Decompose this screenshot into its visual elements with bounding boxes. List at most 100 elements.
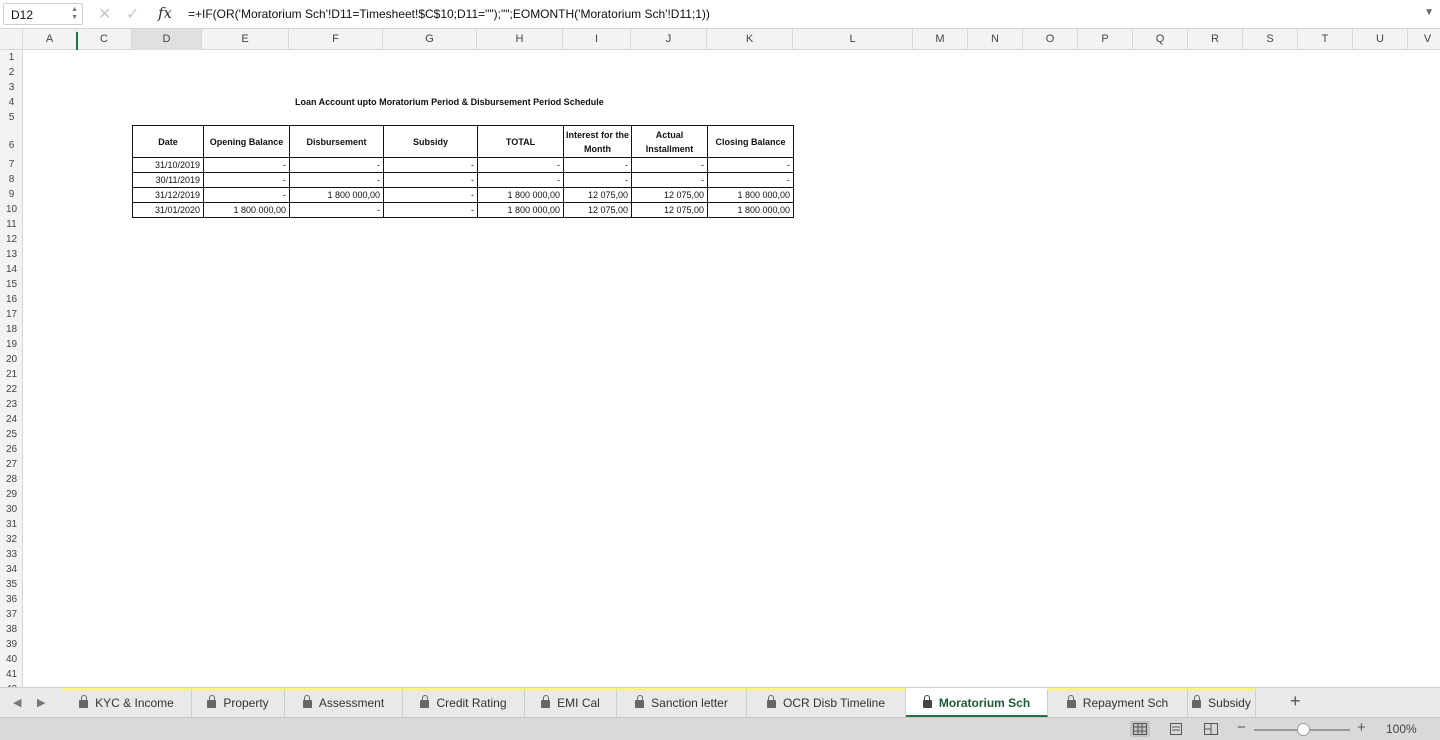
table-cell[interactable]: - <box>477 157 564 173</box>
row-header-38[interactable]: 38 <box>0 622 23 637</box>
table-cell[interactable]: 12 075,00 <box>631 187 708 203</box>
row-header-41[interactable]: 41 <box>0 667 23 682</box>
zoom-level[interactable]: 100% <box>1386 722 1417 736</box>
table-cell[interactable]: - <box>383 202 478 218</box>
sheet-tab-assessment[interactable]: Assessment <box>285 688 403 717</box>
sheet-tab-sanction-letter[interactable]: Sanction letter <box>617 688 747 717</box>
row-header-13[interactable]: 13 <box>0 247 23 262</box>
chevron-down-icon[interactable]: ▼ <box>1424 7 1434 18</box>
table-cell[interactable]: 30/11/2019 <box>132 172 204 188</box>
table-cell[interactable]: - <box>563 172 632 188</box>
table-cell[interactable]: - <box>707 172 794 188</box>
column-header-r[interactable]: R <box>1188 29 1243 50</box>
column-header-a[interactable]: A <box>23 29 77 50</box>
row-header-25[interactable]: 25 <box>0 427 23 442</box>
table-cell[interactable]: 12 075,00 <box>563 202 632 218</box>
column-header-cell[interactable]: TOTAL <box>477 125 564 158</box>
column-header-l[interactable]: L <box>793 29 913 50</box>
table-cell[interactable]: 1 800 000,00 <box>477 187 564 203</box>
table-cell[interactable]: 12 075,00 <box>563 187 632 203</box>
row-header-24[interactable]: 24 <box>0 412 23 427</box>
column-header-n[interactable]: N <box>968 29 1023 50</box>
table-cell[interactable]: - <box>383 157 478 173</box>
table-cell[interactable]: 31/01/2020 <box>132 202 204 218</box>
table-cell[interactable]: - <box>631 157 708 173</box>
row-header-17[interactable]: 17 <box>0 307 23 322</box>
column-header-k[interactable]: K <box>707 29 793 50</box>
row-header-29[interactable]: 29 <box>0 487 23 502</box>
table-cell[interactable]: 31/10/2019 <box>132 157 204 173</box>
scroll-right-icon[interactable]: ▶ <box>37 696 45 709</box>
select-all-corner[interactable] <box>0 29 23 50</box>
confirm-icon[interactable]: ✓ <box>126 4 139 24</box>
row-header-15[interactable]: 15 <box>0 277 23 292</box>
row-header-37[interactable]: 37 <box>0 607 23 622</box>
table-cell[interactable]: - <box>203 187 290 203</box>
table-cell[interactable]: - <box>203 172 290 188</box>
table-cell[interactable]: - <box>289 202 384 218</box>
page-break-view-button[interactable] <box>1201 721 1221 737</box>
column-header-h[interactable]: H <box>477 29 563 50</box>
sheet-tab-credit-rating[interactable]: Credit Rating <box>403 688 525 717</box>
page-layout-view-button[interactable] <box>1166 721 1186 737</box>
table-cell[interactable]: 1 800 000,00 <box>289 187 384 203</box>
row-header-28[interactable]: 28 <box>0 472 23 487</box>
table-cell[interactable]: - <box>289 157 384 173</box>
row-header-4[interactable]: 4 <box>0 95 23 110</box>
column-header-d[interactable]: D <box>132 29 202 50</box>
column-header-u[interactable]: U <box>1353 29 1408 50</box>
normal-view-button[interactable] <box>1130 721 1150 737</box>
row-header-32[interactable]: 32 <box>0 532 23 547</box>
column-header-cell[interactable]: Subsidy <box>383 125 478 158</box>
column-header-cell[interactable]: Date <box>132 125 204 158</box>
row-header-1[interactable]: 1 <box>0 50 23 65</box>
table-cell[interactable]: 1 800 000,00 <box>707 202 794 218</box>
table-cell[interactable]: - <box>289 172 384 188</box>
row-header-18[interactable]: 18 <box>0 322 23 337</box>
table-cell[interactable]: - <box>383 172 478 188</box>
row-header-10[interactable]: 10 <box>0 202 23 217</box>
name-box[interactable]: D12 ▲ ▼ <box>3 3 83 25</box>
column-header-cell[interactable]: Opening Balance <box>203 125 290 158</box>
row-header-8[interactable]: 8 <box>0 172 23 187</box>
row-header-22[interactable]: 22 <box>0 382 23 397</box>
insert-function-button[interactable]: fx <box>158 4 172 22</box>
column-header-e[interactable]: E <box>202 29 289 50</box>
row-header-6[interactable]: 6 <box>0 125 23 157</box>
row-header-2[interactable]: 2 <box>0 65 23 80</box>
column-header-c[interactable]: C <box>77 29 132 50</box>
row-header-33[interactable]: 33 <box>0 547 23 562</box>
zoom-slider-thumb[interactable] <box>1297 723 1310 736</box>
column-header-cell[interactable]: Interest for the Month <box>563 125 632 158</box>
column-header-q[interactable]: Q <box>1133 29 1188 50</box>
row-header-16[interactable]: 16 <box>0 292 23 307</box>
table-cell[interactable]: - <box>631 172 708 188</box>
column-header-o[interactable]: O <box>1023 29 1078 50</box>
column-header-g[interactable]: G <box>383 29 477 50</box>
column-header-p[interactable]: P <box>1078 29 1133 50</box>
column-header-j[interactable]: J <box>631 29 707 50</box>
column-header-s[interactable]: S <box>1243 29 1298 50</box>
table-cell[interactable]: 12 075,00 <box>631 202 708 218</box>
sheet-tab-property[interactable]: Property <box>192 688 285 717</box>
row-header-30[interactable]: 30 <box>0 502 23 517</box>
formula-input[interactable]: =+IF(OR('Moratorium Sch'!D11=Timesheet!$… <box>188 7 710 21</box>
row-header-31[interactable]: 31 <box>0 517 23 532</box>
table-cell[interactable]: 1 800 000,00 <box>203 202 290 218</box>
table-cell[interactable]: - <box>203 157 290 173</box>
add-sheet-button[interactable]: + <box>1290 691 1301 712</box>
zoom-in-button[interactable]: + <box>1357 719 1366 736</box>
row-header-27[interactable]: 27 <box>0 457 23 472</box>
row-header-11[interactable]: 11 <box>0 217 23 232</box>
row-header-19[interactable]: 19 <box>0 337 23 352</box>
row-header-35[interactable]: 35 <box>0 577 23 592</box>
column-header-cell[interactable]: Actual Installment <box>631 125 708 158</box>
cancel-icon[interactable]: ✕ <box>98 4 111 24</box>
column-header-m[interactable]: M <box>913 29 968 50</box>
row-header-7[interactable]: 7 <box>0 157 23 172</box>
row-header-5[interactable]: 5 <box>0 110 23 125</box>
table-cell[interactable]: - <box>383 187 478 203</box>
name-box-stepper-icon[interactable]: ▲ ▼ <box>71 6 78 22</box>
row-header-26[interactable]: 26 <box>0 442 23 457</box>
row-header-34[interactable]: 34 <box>0 562 23 577</box>
